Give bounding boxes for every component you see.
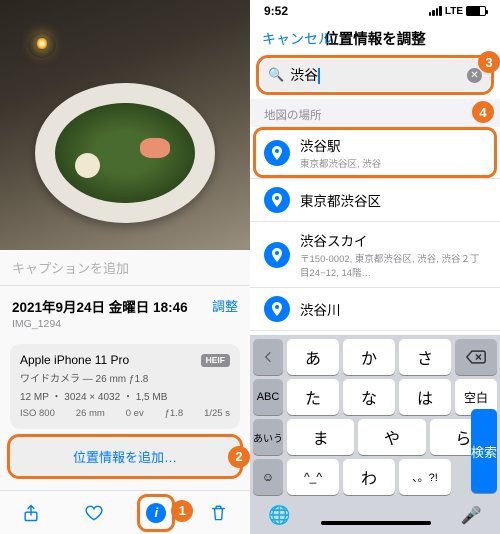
key[interactable]: さ: [399, 339, 451, 375]
key[interactable]: は: [399, 379, 451, 415]
bottom-toolbar: i 1: [0, 490, 250, 534]
add-location-button[interactable]: 位置情報を追加… 2: [10, 437, 240, 476]
network-label: LTE: [445, 6, 463, 17]
spec-f: ƒ1.8: [165, 408, 184, 419]
key[interactable]: わ: [343, 459, 395, 495]
photo-date: 2021年9月24日 金曜日 18:46: [12, 296, 188, 316]
key-search[interactable]: 検索: [471, 409, 497, 493]
result-item[interactable]: 渋谷駅東京都渋谷区, 渋谷: [250, 127, 500, 179]
key[interactable]: [253, 339, 283, 375]
nav-bar: キャンセル 位置情報を調整: [250, 20, 500, 59]
adjust-button[interactable]: 調整: [212, 296, 238, 315]
resolution-info: 12 MP ・ 3024 × 4032 ・ 1,5 MB: [20, 388, 230, 403]
keyboard[interactable]: あ か さ ABC た な は 空白 あいう ま や ら 検索 ☺ ^_^ わ …: [250, 335, 500, 534]
spec-shutter: 1/25 s: [204, 408, 230, 419]
key[interactable]: ABC: [253, 379, 283, 415]
location-search-screen: 9:52 LTE キャンセル 位置情報を調整 🔍 渋谷 ✕ 3 地図の場所 4 …: [250, 0, 500, 534]
battery-icon: [466, 6, 486, 16]
camera-info-card: Apple iPhone 11 Pro HEIF ワイドカメラ — 26 mm …: [10, 344, 240, 429]
key[interactable]: な: [343, 379, 395, 415]
result-item[interactable]: 渋谷スカイ〒150-0002, 東京都渋谷区, 渋谷, 渋谷２丁目24−12, …: [250, 222, 500, 288]
status-time: 9:52: [264, 4, 288, 18]
cancel-button[interactable]: キャンセル: [262, 29, 332, 49]
key[interactable]: 、。?!: [399, 459, 451, 495]
spec-iso: ISO 800: [20, 408, 55, 419]
globe-icon[interactable]: 🌐: [268, 505, 290, 526]
photo-preview[interactable]: [0, 0, 250, 250]
pin-icon: [264, 296, 290, 322]
spec-focal: 26 mm: [76, 408, 105, 419]
annotation-badge-3: 3: [478, 51, 500, 73]
search-field[interactable]: 🔍 渋谷 ✕: [260, 59, 490, 91]
photo-info-screen: キャプションを追加 2021年9月24日 金曜日 18:46 調整 IMG_12…: [0, 0, 250, 534]
key[interactable]: か: [343, 339, 395, 375]
trash-icon[interactable]: [208, 502, 230, 524]
status-bar: 9:52 LTE: [250, 0, 500, 20]
mic-icon[interactable]: 🎤: [461, 506, 482, 526]
photo-filename: IMG_1294: [0, 318, 250, 338]
favorite-icon[interactable]: [83, 502, 105, 524]
camera-model: Apple iPhone 11 Pro: [20, 353, 129, 367]
home-indicator: [321, 521, 431, 525]
spec-ev: 0 ev: [126, 408, 144, 419]
lens-info: ワイドカメラ — 26 mm ƒ1.8: [20, 370, 230, 385]
nav-title: 位置情報を調整: [324, 28, 426, 49]
clear-icon[interactable]: ✕: [467, 68, 482, 83]
key[interactable]: や: [358, 419, 425, 455]
result-item[interactable]: 渋谷川: [250, 288, 500, 331]
signal-icon: [429, 6, 442, 16]
key[interactable]: あいう: [253, 419, 283, 455]
search-input-value[interactable]: 渋谷: [290, 67, 318, 83]
key[interactable]: ^_^: [287, 459, 339, 495]
annotation-badge-2: 2: [228, 446, 250, 468]
plate-illustration: [35, 83, 215, 223]
annotation-badge-1: 1: [171, 500, 193, 522]
key[interactable]: た: [287, 379, 339, 415]
heif-badge: HEIF: [201, 354, 230, 367]
info-icon[interactable]: i 1: [145, 502, 167, 524]
annotation-badge-4: 4: [472, 101, 494, 123]
key-emoji[interactable]: ☺: [253, 459, 283, 495]
key[interactable]: あ: [287, 339, 339, 375]
section-header: 地図の場所: [264, 110, 322, 122]
pin-icon: [264, 187, 290, 213]
search-icon: 🔍: [268, 67, 284, 83]
share-icon[interactable]: [20, 502, 42, 524]
pin-icon: [264, 140, 290, 166]
key-delete[interactable]: [455, 339, 497, 375]
candle-illustration: [28, 32, 56, 58]
caption-field[interactable]: キャプションを追加: [0, 250, 250, 285]
result-item[interactable]: 東京都渋谷区: [250, 179, 500, 222]
key[interactable]: ま: [287, 419, 354, 455]
pin-icon: [264, 242, 290, 268]
